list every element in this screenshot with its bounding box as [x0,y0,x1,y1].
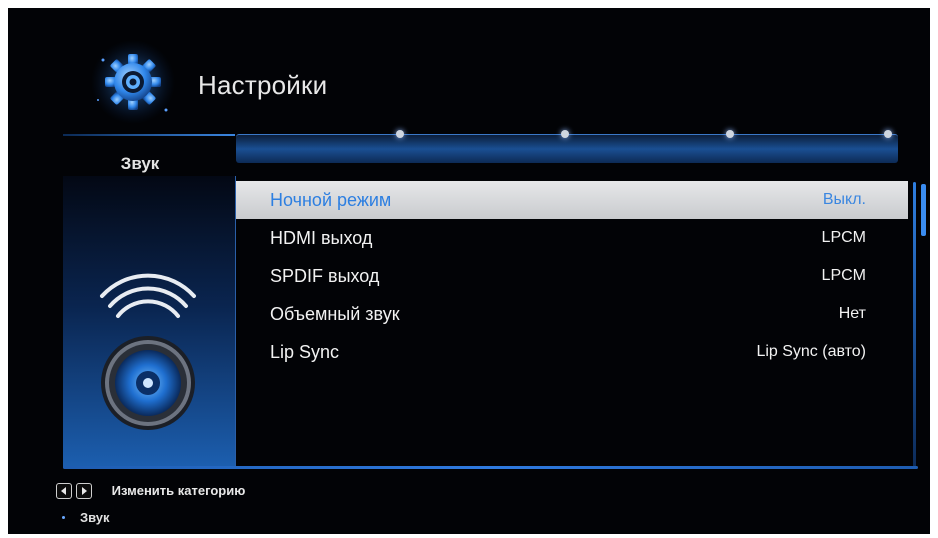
rail-dot [726,130,734,138]
footer-hint: Изменить категорию [56,482,245,499]
footer-bullet [62,516,65,519]
rail-dot [884,130,892,138]
setting-row-night-mode[interactable]: Ночной режим Выкл. [236,181,908,219]
panel-frame-bottom [63,466,918,469]
category-label: Звук [120,154,160,173]
setting-row-hdmi-output[interactable]: HDMI выход LPCM [236,219,908,257]
footer-current-category: Звук [80,510,110,525]
scrollbar-thumb[interactable] [921,184,926,236]
setting-row-surround[interactable]: Объемный звук Нет [236,295,908,333]
category-tab-rail [236,130,898,163]
tv-screen: Настройки Звук Ночной режим Выкл. HDMI в… [8,8,930,534]
rail-dot [396,130,404,138]
speaker-icon [100,273,196,430]
setting-label: Lip Sync [270,342,340,362]
category-panel [63,176,236,468]
setting-row-lip-sync[interactable]: Lip Sync Lip Sync (авто) [236,333,908,371]
setting-label: HDMI выход [270,228,373,248]
setting-value: Выкл. [822,191,866,208]
page-title: Настройки [198,70,328,100]
left-arrow-key-icon[interactable] [56,482,72,499]
setting-label: SPDIF выход [270,266,380,286]
right-arrow-key-icon[interactable] [76,482,92,499]
settings-list: Ночной режим Выкл. HDMI выход LPCM SPDIF… [236,181,908,371]
footer-hint-text: Изменить категорию [111,483,246,499]
setting-row-spdif-output[interactable]: SPDIF выход LPCM [236,257,908,295]
setting-value: Lip Sync (авто) [756,343,866,360]
setting-value: LPCM [821,267,866,284]
setting-value: Нет [838,305,866,322]
setting-value: LPCM [821,229,866,246]
scrollbar-track[interactable] [913,182,916,468]
rail-dot [561,130,569,138]
setting-label: Объемный звук [270,304,400,324]
setting-label: Ночной режим [270,190,392,210]
panel-frame-top [63,134,235,136]
gear-icon [88,40,178,130]
